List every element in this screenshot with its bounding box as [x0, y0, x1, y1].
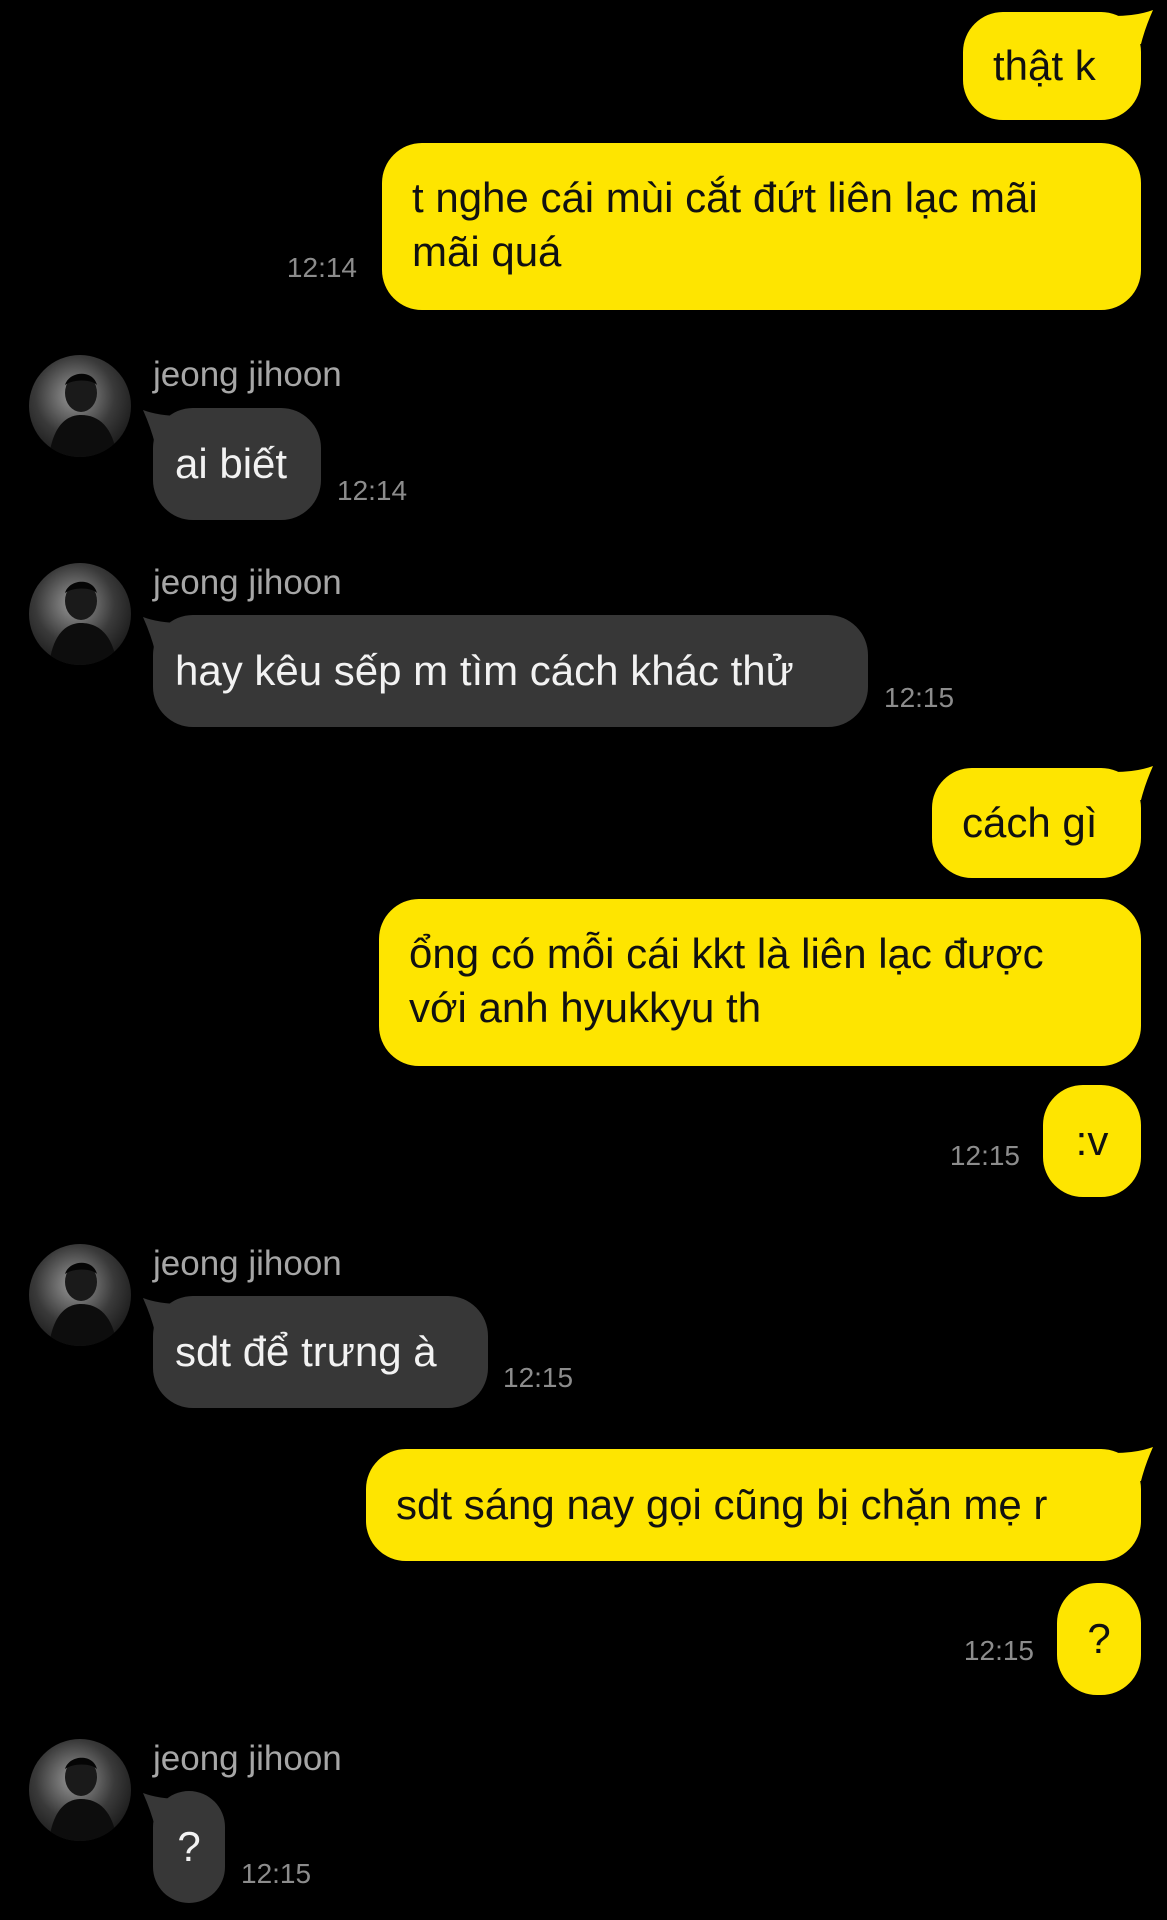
- sender-name: jeong jihoon: [153, 355, 342, 394]
- message-text: t nghe cái mùi cắt đứt liên lạc mãi mãi …: [412, 174, 1038, 275]
- profile-photo-icon[interactable]: [29, 1739, 131, 1841]
- sender-name: jeong jihoon: [153, 563, 342, 602]
- bubble-tail: [141, 1793, 181, 1834]
- incoming-message-bubble[interactable]: sdt để trưng à: [153, 1296, 488, 1408]
- incoming-message-bubble[interactable]: hay kêu sếp m tìm cách khác thử: [153, 615, 868, 727]
- profile-photo-icon[interactable]: [29, 1244, 131, 1346]
- profile-photo-icon[interactable]: [29, 355, 131, 457]
- bubble-tail: [1115, 766, 1155, 807]
- profile-photo-icon[interactable]: [29, 563, 131, 665]
- bubble-tail: [141, 617, 181, 658]
- outgoing-message-bubble[interactable]: cách gì: [932, 768, 1141, 878]
- message-timestamp: 12:14: [337, 475, 408, 506]
- sender-name: jeong jihoon: [153, 1244, 342, 1283]
- message-text: hay kêu sếp m tìm cách khác thử: [175, 647, 794, 694]
- message-text: ổng có mỗi cái kkt là liên lạc được với …: [409, 930, 1044, 1031]
- message-text: :v: [1075, 1117, 1109, 1164]
- sender-name: jeong jihoon: [153, 1739, 342, 1778]
- message-text: ai biết: [175, 440, 288, 487]
- outgoing-message-bubble[interactable]: sdt sáng nay gọi cũng bị chặn mẹ r: [366, 1449, 1141, 1561]
- bubble-tail: [141, 1298, 181, 1339]
- message-timestamp: 12:14: [286, 252, 357, 283]
- message-text: sdt sáng nay gọi cũng bị chặn mẹ r: [396, 1481, 1048, 1528]
- outgoing-message-bubble[interactable]: ?: [1057, 1583, 1141, 1695]
- message-timestamp: 12:15: [963, 1635, 1034, 1666]
- message-text: cách gì: [962, 799, 1098, 846]
- bubble-tail: [141, 410, 181, 451]
- message-text: ?: [1087, 1615, 1111, 1662]
- bubble-tail: [1115, 10, 1155, 51]
- message-text: thật k: [993, 42, 1096, 89]
- message-text: sdt để trưng à: [175, 1328, 437, 1375]
- message-timestamp: 12:15: [949, 1140, 1020, 1171]
- outgoing-message-bubble[interactable]: ổng có mỗi cái kkt là liên lạc được với …: [379, 899, 1141, 1066]
- message-timestamp: 12:15: [503, 1362, 574, 1393]
- message-timestamp: 12:15: [241, 1858, 312, 1889]
- message-timestamp: 12:15: [884, 682, 955, 713]
- outgoing-message-bubble[interactable]: :v: [1043, 1085, 1141, 1197]
- outgoing-message-bubble[interactable]: t nghe cái mùi cắt đứt liên lạc mãi mãi …: [382, 143, 1141, 310]
- bubble-tail: [1115, 1447, 1155, 1488]
